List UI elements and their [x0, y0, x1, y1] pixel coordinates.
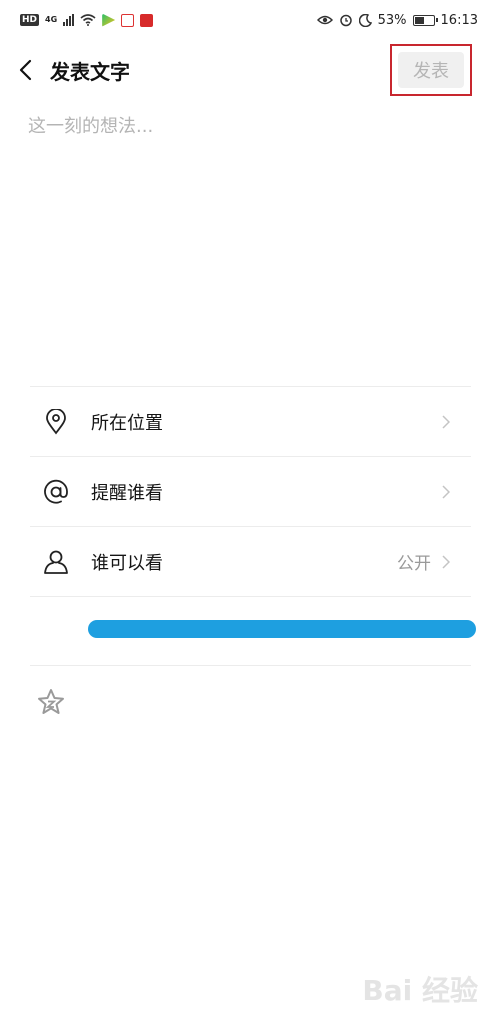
hd-badge: HD [20, 14, 40, 26]
redaction-scribble [88, 620, 476, 638]
option-visibility-value: 公开 [397, 554, 431, 574]
chevron-right-icon [439, 482, 453, 502]
publish-button[interactable]: 发表 [398, 52, 464, 88]
status-left: HD 4G [20, 13, 154, 27]
status-right: 53% 16:13 [316, 12, 478, 28]
star-icon [38, 689, 64, 714]
options-list: 所在位置 提醒谁看 谁可以看 公开 [30, 386, 471, 597]
battery-icon [412, 14, 438, 26]
option-mention[interactable]: 提醒谁看 [30, 457, 471, 527]
option-visibility[interactable]: 谁可以看 公开 [30, 527, 471, 597]
status-bar: HD 4G 53% 16:13 [0, 0, 500, 40]
location-pin-icon [42, 408, 70, 436]
alarm-icon [339, 14, 352, 27]
chevron-right-icon [439, 552, 453, 572]
eye-icon [316, 15, 333, 25]
watermark: Bai 经验 [362, 974, 478, 1007]
at-icon [42, 478, 70, 506]
moon-icon [358, 13, 372, 27]
signal-icon [63, 14, 75, 26]
red-app-icon [140, 13, 154, 27]
person-icon [42, 548, 70, 576]
network-type: 4G [45, 15, 58, 24]
wifi-icon [80, 14, 96, 26]
battery-fill [414, 16, 424, 24]
option-location-label: 所在位置 [91, 412, 163, 434]
header: 发表文字 发表 [0, 40, 500, 100]
battery-percent: 53% [377, 12, 407, 28]
redacted-row[interactable] [30, 596, 476, 666]
back-chevron-icon [19, 59, 32, 81]
play-store-icon [102, 13, 116, 27]
status-time: 16:13 [440, 12, 478, 28]
page-title: 发表文字 [50, 59, 130, 84]
back-button[interactable] [14, 55, 36, 85]
option-visibility-label: 谁可以看 [91, 552, 163, 574]
publish-highlight-box: 发表 [390, 44, 472, 96]
option-location[interactable]: 所在位置 [30, 387, 471, 457]
star-button[interactable] [36, 687, 66, 717]
post-text-input[interactable] [28, 112, 472, 372]
chevron-right-icon [439, 412, 453, 432]
option-mention-label: 提醒谁看 [91, 482, 163, 504]
map-app-icon [121, 13, 135, 27]
